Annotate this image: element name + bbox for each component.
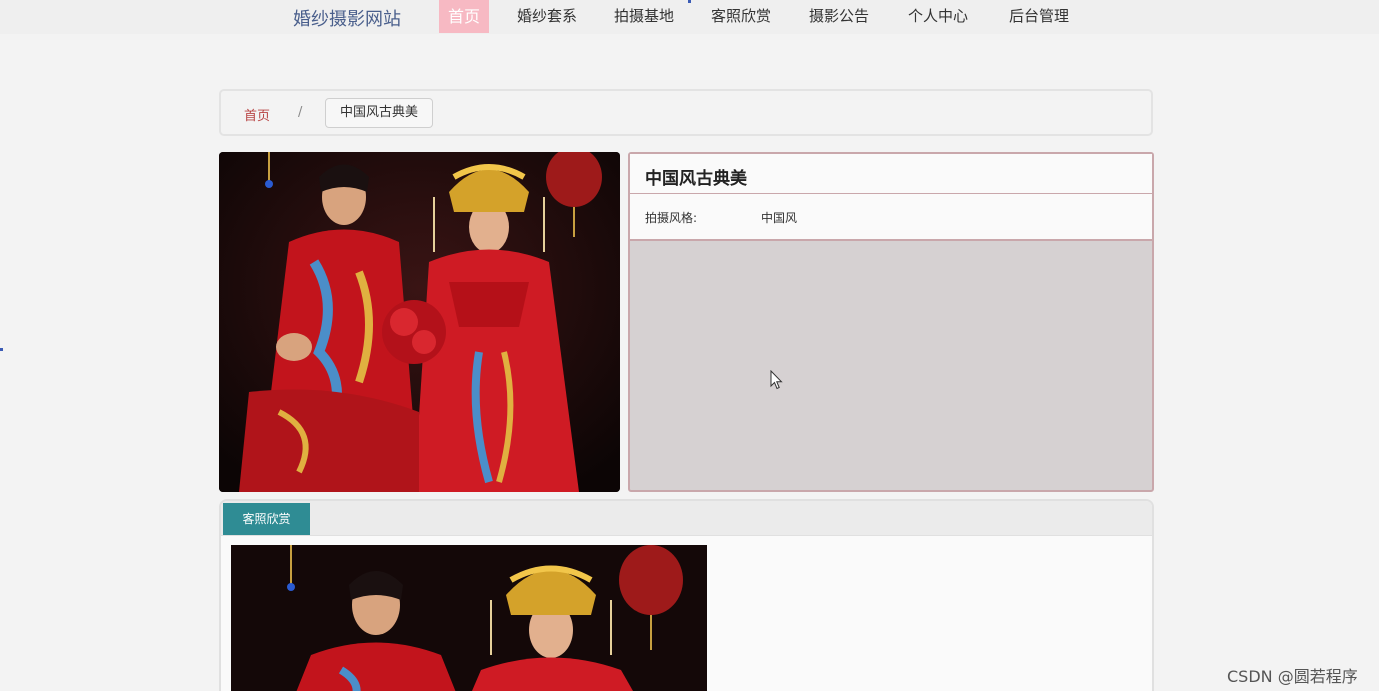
nav-item-user-center[interactable]: 个人中心 xyxy=(908,0,968,33)
client-photo-thumbnail[interactable] xyxy=(231,545,707,691)
breadcrumb: 首页 / 中国风古典美 xyxy=(219,89,1153,136)
nav-item-packages[interactable]: 婚纱套系 xyxy=(517,0,577,33)
shooting-style-value: 中国风 xyxy=(761,211,798,225)
client-photos-panel: 客照欣赏 xyxy=(219,499,1154,691)
shooting-style-label: 拍摄风格: xyxy=(645,211,698,225)
nav-item-announcements[interactable]: 摄影公告 xyxy=(809,0,869,33)
site-brand[interactable]: 婚纱摄影网站 xyxy=(293,5,401,31)
selection-handle xyxy=(688,0,691,3)
nav-item-client-photos[interactable]: 客照欣赏 xyxy=(711,0,771,33)
nav-item-admin[interactable]: 后台管理 xyxy=(1009,0,1069,33)
wedding-couple-image-2 xyxy=(231,545,707,691)
detail-divider xyxy=(630,193,1152,194)
wedding-couple-image xyxy=(219,152,620,492)
detail-title: 中国风古典美 xyxy=(645,169,747,189)
mouse-cursor-icon xyxy=(770,370,783,390)
nav-item-home[interactable]: 首页 xyxy=(439,0,490,33)
client-photos-header: 客照欣赏 xyxy=(221,501,1152,536)
tab-client-photos[interactable]: 客照欣赏 xyxy=(223,503,310,535)
breadcrumb-home-link[interactable]: 首页 xyxy=(244,105,270,124)
breadcrumb-separator: / xyxy=(298,105,303,120)
main-wedding-photo xyxy=(219,152,620,492)
nav-item-locations[interactable]: 拍摄基地 xyxy=(614,0,674,33)
watermark: CSDN @圆若程序 xyxy=(1227,667,1358,686)
detail-panel: 中国风古典美 拍摄风格: 中国风 xyxy=(628,152,1154,492)
detail-header: 中国风古典美 拍摄风格: 中国风 xyxy=(630,154,1152,241)
selection-handle xyxy=(0,348,3,351)
top-navbar: 婚纱摄影网站 首页 婚纱套系 拍摄基地 客照欣赏 摄影公告 个人中心 后台管理 xyxy=(0,0,1379,34)
breadcrumb-current: 中国风古典美 xyxy=(325,98,434,128)
